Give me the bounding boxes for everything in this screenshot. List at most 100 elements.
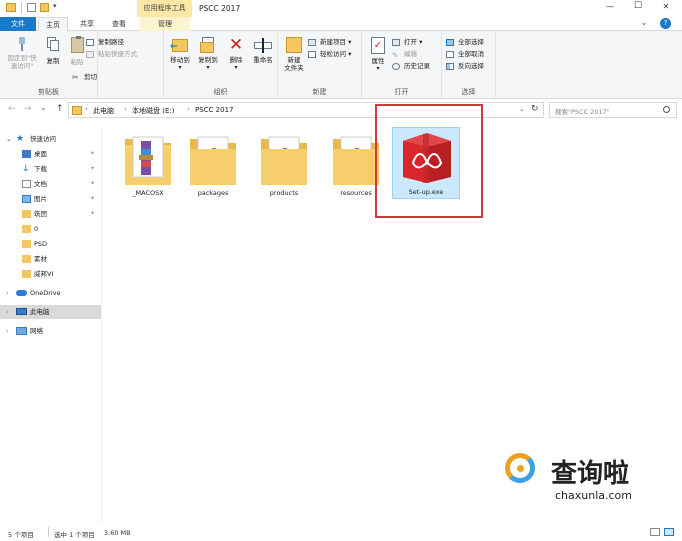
tab-view[interactable]: 查看 — [104, 17, 134, 31]
nav-item-documents[interactable]: 文档 ✦ — [0, 177, 101, 191]
new-folder-button[interactable]: 新建 文件夹 — [280, 37, 308, 72]
rename-icon — [254, 37, 272, 53]
scissors-icon: ✂ — [72, 73, 79, 82]
nav-item-folder[interactable]: PSD — [0, 237, 101, 251]
search-icon[interactable] — [663, 106, 670, 113]
pin-icon: ✦ — [89, 150, 95, 157]
nav-item-desktop[interactable]: 桌面 ✦ — [0, 147, 101, 161]
pin-quick-access-button[interactable]: 固定到"快 速访问" — [4, 37, 40, 70]
pencil-icon: ✎ — [392, 51, 399, 60]
folder-icon — [22, 270, 31, 278]
file-item[interactable]: packages — [180, 131, 246, 211]
easy-access-button[interactable]: 轻松访问 ▾ — [308, 49, 351, 60]
tab-share[interactable]: 共享 — [72, 17, 102, 31]
delete-button[interactable]: ✕ 删除 ▾ — [225, 37, 247, 72]
maximize-button[interactable]: ☐ — [628, 1, 648, 11]
copy-button[interactable]: 复制 — [43, 37, 63, 65]
ribbon-collapse-icon[interactable]: ⌄ — [640, 18, 648, 28]
group-label-select: 选择 — [461, 88, 476, 96]
help-icon[interactable]: ? — [660, 18, 671, 29]
history-button[interactable]: 历史记录 — [392, 61, 430, 72]
breadcrumb-this-pc[interactable]: 此电脑 — [93, 106, 114, 116]
nav-item-downloads[interactable]: ↓ 下载 ✦ — [0, 162, 101, 176]
breadcrumb-current[interactable]: PSCC 2017 — [195, 106, 233, 114]
search-box[interactable]: 搜索"PSCC 2017" — [549, 102, 677, 118]
refresh-button[interactable]: ↻ — [531, 104, 539, 114]
move-to-icon: ← — [170, 37, 188, 53]
nav-onedrive[interactable]: › OneDrive — [0, 286, 101, 300]
select-all-button[interactable]: 全部选择 — [446, 37, 484, 48]
tab-file[interactable]: 文件 — [0, 17, 36, 31]
folder-icon — [190, 136, 236, 185]
close-button[interactable]: ✕ — [656, 2, 676, 11]
adobe-installer-icon — [403, 133, 451, 183]
paste-button[interactable]: 粘贴 — [66, 36, 88, 66]
group-label-clipboard: 剪贴板 — [38, 88, 59, 96]
new-folder-icon — [286, 37, 302, 53]
open-button[interactable]: 打开 ▾ — [392, 37, 422, 48]
chevron-right-icon[interactable]: › — [6, 286, 9, 300]
status-bar: 5 个项目 选中 1 个项目 3.60 MB — [0, 523, 682, 541]
minimize-button[interactable]: — — [600, 2, 620, 11]
tab-home[interactable]: 主页 — [38, 17, 68, 31]
nav-network[interactable]: › 网络 — [0, 324, 101, 338]
paste-icon — [70, 36, 84, 53]
move-to-button[interactable]: ← 移动到 ▾ — [167, 37, 193, 72]
chevron-right-icon[interactable]: › — [6, 305, 9, 319]
address-dropdown-icon[interactable]: ⌄ — [519, 105, 525, 113]
group-label-open: 打开 — [394, 88, 409, 96]
nav-item-folder[interactable]: 威邦VI — [0, 267, 101, 281]
app-tools-context-tab: 应用程序工具 — [137, 0, 192, 17]
new-item-button[interactable]: 新建项目 ▾ — [308, 37, 351, 48]
group-select: 全部选择 全部取消 反向选择 选择 — [442, 31, 496, 99]
selected-size: 3.60 MB — [104, 529, 131, 537]
nav-item-folder[interactable]: 素材 — [0, 252, 101, 266]
nav-item-pictures[interactable]: 图片 ✦ — [0, 192, 101, 206]
paste-shortcut-icon — [86, 51, 94, 58]
folder-icon — [261, 136, 307, 185]
nav-item-folder[interactable]: 0 — [0, 222, 101, 236]
copy-to-button[interactable]: 复制到 ▾ — [195, 37, 221, 72]
properties-quick-icon[interactable] — [27, 3, 36, 12]
folder-icon — [333, 136, 379, 185]
tab-manage[interactable]: 管理 — [140, 17, 190, 31]
cut-button[interactable]: ✂ 剪切 — [72, 72, 97, 83]
watermark-url: chaxunla.com — [555, 489, 632, 502]
properties-button[interactable]: ✓ 属性 ▾ — [366, 37, 390, 73]
breadcrumb-chevron-icon: › — [85, 105, 88, 113]
select-none-icon — [446, 51, 454, 58]
invert-selection-icon — [446, 63, 454, 70]
chevron-right-icon[interactable]: › — [6, 324, 9, 338]
invert-selection-button[interactable]: 反向选择 — [446, 61, 484, 72]
large-icons-view-icon[interactable] — [664, 528, 674, 536]
file-item-selected[interactable]: Set-up.exe — [392, 127, 460, 199]
back-button[interactable]: ← — [8, 104, 16, 114]
navigation-pane: ⌄ ★ 快速访问 桌面 ✦ ↓ 下载 ✦ 文档 ✦ 图片 ✦ 筑团 ✦ 0 PSD 素材 威… — [0, 128, 102, 523]
address-bar-row: ← → ⌄ ↑ › 此电脑 › 本地磁盘 (E:) › PSCC 2017 ⌄ … — [0, 100, 682, 121]
group-open: ✓ 属性 ▾ 打开 ▾ ✎ 编辑 历史记录 打开 — [362, 31, 442, 99]
up-button[interactable]: ↑ — [56, 104, 64, 114]
edit-button[interactable]: ✎ 编辑 — [392, 49, 417, 60]
nav-this-pc[interactable]: › 此电脑 — [0, 305, 101, 319]
paste-shortcut-button[interactable]: 粘贴快捷方式 — [86, 49, 137, 60]
forward-button[interactable]: → — [24, 104, 32, 114]
breadcrumb-drive[interactable]: 本地磁盘 (E:) — [132, 106, 174, 116]
nav-quick-access[interactable]: ⌄ ★ 快速访问 — [0, 132, 101, 146]
file-item[interactable]: products — [251, 131, 317, 211]
details-view-icon[interactable] — [650, 528, 660, 536]
pin-icon: ✦ — [89, 165, 95, 172]
new-folder-quick-icon[interactable] — [40, 3, 49, 12]
rename-button[interactable]: 重命名 — [249, 37, 277, 64]
breadcrumb-chevron-icon: › — [124, 105, 127, 113]
recent-locations-button[interactable]: ⌄ — [40, 103, 47, 112]
file-name: Set-up.exe — [408, 188, 444, 196]
customize-qat-icon[interactable]: ▾ — [53, 2, 57, 10]
chevron-down-icon[interactable]: ⌄ — [6, 132, 12, 146]
file-item[interactable]: _MACOSX — [115, 131, 181, 211]
select-none-button[interactable]: 全部取消 — [446, 49, 484, 60]
nav-item-folder[interactable]: 筑团 ✦ — [0, 207, 101, 221]
copy-path-button[interactable]: 复制路径 — [86, 37, 124, 48]
title-bar: ▾ 应用程序工具 PSCC 2017 — ☐ ✕ — [0, 0, 682, 17]
document-icon — [22, 180, 31, 188]
pin-icon: ✦ — [89, 180, 95, 187]
